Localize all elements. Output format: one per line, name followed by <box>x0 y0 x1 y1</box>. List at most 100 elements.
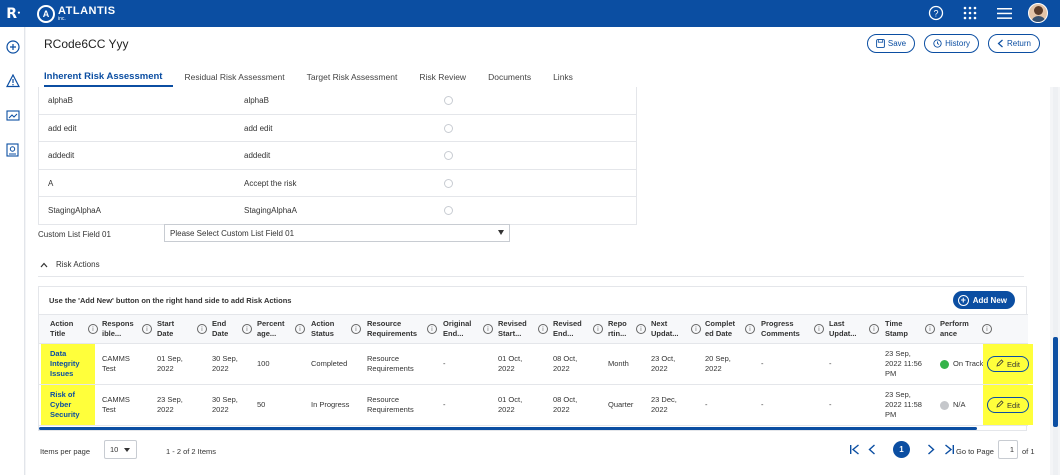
option-radio[interactable] <box>444 123 453 133</box>
add-icon[interactable] <box>5 39 20 54</box>
chart-icon[interactable] <box>5 108 20 123</box>
page-title: RCode6CC Yyy <box>44 37 129 51</box>
report-icon[interactable] <box>5 142 20 157</box>
edit-button[interactable]: Edit <box>987 356 1029 372</box>
atlantis-logo-mark: A <box>37 4 55 23</box>
cell-responsible: CAMMS Test <box>102 353 130 373</box>
top-navigation-bar: R • A ATLANTIS inc. ? <box>0 0 1060 27</box>
atlantis-logo[interactable]: A ATLANTIS inc. <box>37 4 116 23</box>
brand-name: ATLANTIS <box>58 4 116 17</box>
cell-timestamp: 23 Sep, 2022 11:58 PM <box>885 389 922 420</box>
cell-last-update: - <box>829 399 832 409</box>
cell-reporting: Quarter <box>608 399 634 409</box>
option-radio[interactable] <box>444 96 453 105</box>
tab-inherent-risk-assessment[interactable]: Inherent Risk Assessment <box>44 67 174 87</box>
apps-grid-icon[interactable] <box>960 3 980 23</box>
page-total-label: of 1 <box>1022 447 1035 456</box>
column-header[interactable]: Start Date <box>157 315 195 343</box>
cell-title[interactable]: Risk of Cyber Security <box>41 385 95 425</box>
info-icon[interactable]: i <box>88 324 98 334</box>
user-avatar[interactable] <box>1028 3 1048 23</box>
column-header[interactable]: End Date <box>212 315 240 343</box>
horizontal-scrollbar[interactable] <box>39 427 977 430</box>
vertical-scrollbar-thumb[interactable] <box>1053 337 1058 427</box>
tab-bar: Inherent Risk Assessment Residual Risk A… <box>44 67 584 87</box>
column-header[interactable]: Last Updat... <box>829 315 867 343</box>
column-header[interactable]: Revised Start... <box>498 315 536 343</box>
tab-risk-review[interactable]: Risk Review <box>408 67 477 87</box>
info-icon[interactable]: i <box>427 324 437 334</box>
column-header[interactable]: Resource Requirements <box>367 315 425 343</box>
tab-documents[interactable]: Documents <box>477 67 542 87</box>
info-icon[interactable]: i <box>351 324 361 334</box>
column-header[interactable]: Action Title <box>50 315 86 343</box>
r-app-logo[interactable]: R • <box>0 0 27 27</box>
info-icon[interactable]: i <box>483 324 493 334</box>
risk-actions-panel: Use the 'Add New' button on the right ha… <box>38 286 1033 431</box>
cell-responsible: CAMMS Test <box>102 394 130 414</box>
column-header[interactable]: Action Status <box>311 315 349 343</box>
info-icon[interactable]: i <box>814 324 824 334</box>
option-radio[interactable] <box>444 151 453 160</box>
option-radio[interactable] <box>444 178 453 188</box>
info-icon[interactable]: i <box>295 324 305 334</box>
column-header[interactable]: Repo rtin... <box>608 315 634 343</box>
left-rail <box>0 27 25 475</box>
column-header[interactable]: Revised End... <box>553 315 591 343</box>
tab-links[interactable]: Links <box>542 67 584 87</box>
add-new-button[interactable]: + Add New <box>952 291 1015 309</box>
cell-status: In Progress <box>311 399 350 409</box>
save-button[interactable]: Save <box>866 34 916 53</box>
info-icon[interactable]: i <box>636 324 646 334</box>
option-radio[interactable] <box>444 206 453 215</box>
items-per-page-select[interactable]: 10 <box>104 440 137 459</box>
vertical-scrollbar[interactable] <box>1053 87 1058 475</box>
column-header[interactable]: Respons ible... <box>102 315 140 343</box>
menu-icon[interactable] <box>994 3 1014 23</box>
info-icon[interactable]: i <box>242 324 252 334</box>
cell-revised-start: 01 Oct, 2022 <box>498 353 523 373</box>
tab-target-risk-assessment[interactable]: Target Risk Assessment <box>296 67 409 87</box>
chevron-left-icon <box>997 39 1003 48</box>
history-button[interactable]: History <box>924 34 979 53</box>
info-icon[interactable]: i <box>925 324 935 334</box>
cell-completed: 20 Sep, 2022 <box>705 353 731 373</box>
cell-timestamp: 23 Sep, 2022 11:56 PM <box>885 348 922 379</box>
risk-actions-section-header[interactable]: Risk Actions <box>40 260 100 269</box>
first-page-icon[interactable] <box>848 444 860 455</box>
column-header[interactable]: Original End... <box>443 315 481 343</box>
list-item: addedit addedit <box>39 142 636 170</box>
column-header[interactable]: Progress Comments <box>761 315 812 343</box>
return-button[interactable]: Return <box>987 34 1040 53</box>
cell-status: Completed <box>311 358 348 368</box>
cell-next-update: 23 Dec, 2022 <box>651 394 677 414</box>
last-page-icon[interactable] <box>943 444 955 455</box>
custom-list-field-select[interactable]: Please Select Custom List Field 01 <box>164 224 510 242</box>
info-icon[interactable]: i <box>538 324 548 334</box>
info-icon[interactable]: i <box>869 324 879 334</box>
go-to-page-input[interactable]: 1 <box>998 440 1018 459</box>
cell-title[interactable]: Data Integrity Issues <box>41 344 95 384</box>
column-header[interactable]: Time Stamp <box>885 315 923 343</box>
caret-down-icon <box>498 230 504 235</box>
next-page-icon[interactable] <box>925 444 937 455</box>
column-header[interactable]: Percent age... <box>257 315 293 343</box>
column-header[interactable]: Complet ed Date <box>705 315 743 343</box>
tab-residual-risk-assessment[interactable]: Residual Risk Assessment <box>173 67 295 87</box>
help-icon[interactable]: ? <box>926 3 946 23</box>
cell-revised-end: 08 Oct, 2022 <box>553 353 578 373</box>
column-header[interactable]: Perform ance <box>940 315 980 343</box>
page-number-button[interactable]: 1 <box>893 441 910 458</box>
info-icon[interactable]: i <box>691 324 701 334</box>
cell-progress-comments: - <box>761 358 764 368</box>
pencil-icon <box>996 359 1004 369</box>
info-icon[interactable]: i <box>982 324 992 334</box>
column-header[interactable]: Next Updat... <box>651 315 689 343</box>
info-icon[interactable]: i <box>197 324 207 334</box>
info-icon[interactable]: i <box>593 324 603 334</box>
info-icon[interactable]: i <box>142 324 152 334</box>
info-icon[interactable]: i <box>745 324 755 334</box>
edit-button[interactable]: Edit <box>987 397 1029 413</box>
alert-icon[interactable] <box>5 73 20 88</box>
previous-page-icon[interactable] <box>866 444 878 455</box>
